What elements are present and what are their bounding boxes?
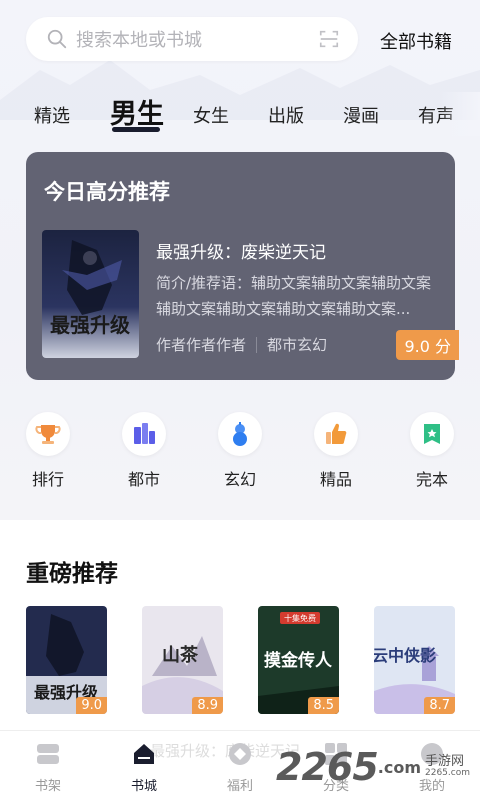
bottom-navigation: 最强升级：废柴逆天记 书架 书城 福利 分类 我的 2265 .com 手游网 … bbox=[0, 730, 480, 800]
book-complete-icon bbox=[424, 424, 440, 444]
tabs-fade bbox=[440, 92, 480, 136]
site-watermark: 2265 .com 手游网 2265.com bbox=[276, 745, 470, 789]
tab-comics[interactable]: 漫画 bbox=[343, 102, 379, 128]
recommend-book-2[interactable]: 山茶 8.9 bbox=[142, 606, 223, 714]
featured-score-badge: 9.0 分 bbox=[396, 330, 459, 360]
category-premium[interactable]: 精品 bbox=[306, 412, 366, 490]
watermark-url: 2265.com bbox=[425, 768, 470, 779]
welfare-icon bbox=[229, 743, 251, 765]
cover-art-text: 最强升级 bbox=[50, 313, 130, 337]
nav-bookstore[interactable]: 书城 bbox=[114, 741, 174, 794]
nav-label: 书城 bbox=[130, 779, 157, 794]
category-label: 完本 bbox=[415, 470, 448, 489]
featured-author: 作者作者作者 bbox=[156, 336, 247, 354]
category-label: 排行 bbox=[31, 470, 64, 489]
book-rating: 9.0 bbox=[76, 697, 107, 714]
nav-label: 书架 bbox=[34, 779, 61, 794]
book-rating: 8.5 bbox=[308, 697, 339, 714]
category-label: 玄幻 bbox=[223, 470, 256, 489]
featured-book-title: 最强升级：废柴逆天记 bbox=[156, 243, 326, 263]
tab-male[interactable]: 男生 bbox=[110, 92, 164, 131]
watermark-number: 2265 bbox=[276, 745, 379, 789]
meta-divider bbox=[256, 336, 258, 353]
thumbs-up-icon bbox=[326, 423, 347, 444]
search-bar[interactable]: 搜索本地或书城 bbox=[26, 17, 358, 61]
cover-art-text: 山茶 bbox=[162, 644, 199, 666]
scan-icon[interactable] bbox=[318, 28, 340, 50]
featured-book-cover[interactable]: 最强升级 bbox=[42, 230, 139, 358]
tab-featured[interactable]: 精选 bbox=[34, 102, 70, 128]
category-fantasy[interactable]: 玄幻 bbox=[210, 412, 270, 490]
cover-tag: 十集免费 bbox=[284, 613, 316, 623]
category-completed[interactable]: 完本 bbox=[402, 412, 462, 490]
gourd-icon bbox=[233, 422, 247, 446]
featured-book-meta: 作者作者作者 都市玄幻 bbox=[156, 334, 327, 355]
category-city[interactable]: 都市 bbox=[114, 412, 174, 490]
nav-label: 福利 bbox=[226, 779, 253, 794]
watermark-cn: 手游网 bbox=[425, 753, 465, 769]
book-rating: 8.7 bbox=[424, 697, 455, 714]
trophy-icon bbox=[35, 425, 61, 444]
cover-art-text: 摸金传人 bbox=[264, 650, 333, 671]
category-shortcuts: 排行 都市 玄幻 精品 完本 bbox=[0, 412, 480, 492]
channel-tabs: 精选 男生 女生 出版 漫画 有声 bbox=[0, 92, 480, 136]
tab-female[interactable]: 女生 bbox=[193, 102, 229, 128]
search-icon bbox=[47, 29, 67, 49]
bookstore-icon bbox=[134, 744, 154, 764]
watermark-suffix: .com bbox=[377, 757, 421, 777]
recommend-heading: 重磅推荐 bbox=[26, 561, 118, 587]
search-placeholder: 搜索本地或书城 bbox=[76, 30, 202, 51]
recommend-book-4[interactable]: 云中侠影 8.7 bbox=[374, 606, 455, 714]
recommend-book-1[interactable]: 最强升级 9.0 bbox=[26, 606, 107, 714]
featured-heading: 今日高分推荐 bbox=[44, 180, 170, 204]
category-label: 都市 bbox=[127, 470, 160, 489]
featured-book-intro: 简介/推荐语：辅助文案辅助文案辅助文案辅助文案辅助文案辅助文案辅助文案... bbox=[156, 274, 432, 318]
nav-welfare[interactable]: 福利 bbox=[210, 741, 270, 794]
bookshelf-icon bbox=[37, 744, 59, 764]
cover-art-text: 云中侠影 bbox=[374, 646, 436, 665]
category-ranking[interactable]: 排行 bbox=[18, 412, 78, 490]
recommend-book-3[interactable]: 十集免费 摸金传人 8.5 bbox=[258, 606, 339, 714]
nav-bookshelf[interactable]: 书架 bbox=[18, 741, 78, 794]
book-rating: 8.9 bbox=[192, 697, 223, 714]
all-books-link[interactable]: 全部书籍 bbox=[380, 28, 452, 54]
featured-card[interactable]: 今日高分推荐 最强升级 最强升级：废柴逆天记 简介/推荐语：辅助文案辅助文案辅助… bbox=[26, 152, 459, 380]
tab-publish[interactable]: 出版 bbox=[268, 102, 304, 128]
featured-genre: 都市玄幻 bbox=[267, 336, 328, 354]
category-label: 精品 bbox=[319, 470, 352, 489]
active-tab-indicator bbox=[112, 127, 160, 132]
city-icon bbox=[134, 423, 155, 444]
